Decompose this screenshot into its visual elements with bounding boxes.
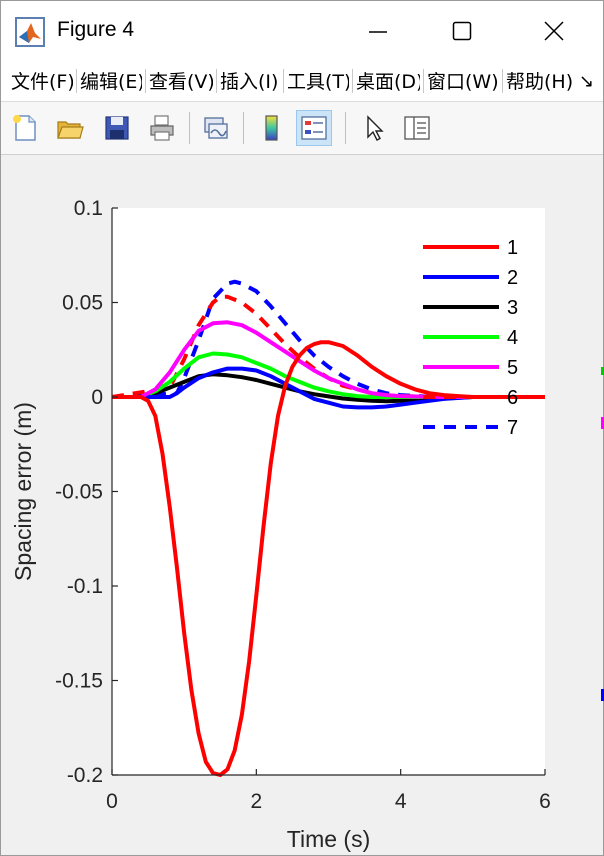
y-tick-label: -0.05 — [55, 481, 103, 504]
plot-area — [112, 208, 545, 775]
menu-separator — [502, 69, 503, 93]
link-plot-button[interactable] — [197, 110, 233, 146]
menu-edit[interactable]: 编辑(E) — [80, 69, 142, 95]
y-tick-label: -0.15 — [55, 670, 103, 693]
x-tick-label: 6 — [539, 790, 551, 813]
legend-label: 4 — [507, 327, 518, 349]
menu-separator — [76, 69, 77, 93]
menu-separator — [283, 69, 284, 93]
menu-file[interactable]: 文件(F) — [11, 69, 73, 95]
menu-view[interactable]: 查看(V) — [149, 69, 213, 95]
y-tick-label: 0.05 — [62, 292, 103, 315]
menu-overflow-arrow-icon[interactable]: ↘ — [579, 71, 594, 92]
minimize-button[interactable] — [333, 1, 423, 61]
colorbar-icon — [265, 115, 278, 141]
legend-label: 6 — [507, 387, 518, 409]
printer-icon — [150, 115, 174, 141]
print-figure-button[interactable] — [144, 110, 180, 146]
open-file-button[interactable] — [52, 110, 88, 146]
x-tick-label: 4 — [395, 790, 407, 813]
toolbar-separator — [345, 112, 346, 144]
figure-canvas[interactable]: 0 2 4 6 -0.2 -0.15 -0.1 -0.05 0 0.05 0.1 Time (s) Sp… — [1, 155, 604, 855]
title-bar[interactable]: Figure 4 — [1, 1, 603, 61]
insert-colorbar-button[interactable] — [253, 110, 289, 146]
legend-label: 3 — [507, 297, 518, 319]
x-axis-label: Time (s) — [287, 826, 370, 852]
new-figure-button[interactable] — [7, 110, 43, 146]
toolbar-separator — [243, 112, 244, 144]
menu-separator — [352, 69, 353, 93]
y-tick-label: -0.1 — [67, 575, 103, 598]
new-file-icon — [13, 115, 36, 141]
x-tick-label: 2 — [250, 790, 262, 813]
edit-plot-button[interactable] — [356, 110, 392, 146]
menu-separator — [145, 69, 146, 93]
menu-separator — [216, 69, 217, 93]
menu-insert[interactable]: 插入(I) — [220, 69, 280, 95]
legend-label: 7 — [507, 417, 518, 439]
maximize-button[interactable] — [417, 1, 507, 61]
legend-label: 1 — [507, 237, 518, 259]
menu-bar: 文件(F) 编辑(E) 查看(V) 插入(I) 工具(T) 桌面(D) 窗口(W… — [1, 61, 603, 102]
legend-icon — [301, 116, 327, 140]
menu-help[interactable]: 帮助(H) — [506, 69, 574, 95]
y-tick-label: -0.2 — [67, 764, 103, 787]
open-folder-icon — [57, 121, 84, 139]
property-inspector-button[interactable] — [399, 110, 435, 146]
pointer-arrow-icon — [367, 115, 384, 141]
insert-legend-button[interactable] — [296, 110, 332, 146]
figure-window: Figure 4 文件(F) 编辑(E) 查看(V) 插入(I) 工具(T) 桌… — [0, 0, 604, 856]
legend-label: 2 — [507, 267, 518, 289]
y-tick-label: 0.1 — [74, 197, 103, 220]
menu-window[interactable]: 窗口(W) — [427, 69, 499, 95]
save-disk-icon — [105, 116, 129, 140]
matlab-logo-icon — [15, 17, 45, 47]
y-axis-label: Spacing error (m) — [10, 402, 36, 581]
save-figure-button[interactable] — [99, 110, 135, 146]
menu-tools[interactable]: 工具(T) — [287, 69, 349, 95]
window-title: Figure 4 — [57, 18, 135, 41]
menu-separator — [423, 69, 424, 93]
figure-toolbar — [1, 102, 603, 155]
property-panel-icon — [404, 116, 430, 140]
line-chart[interactable]: 0 2 4 6 -0.2 -0.15 -0.1 -0.05 0 0.05 0.1 Time (s) Sp… — [1, 155, 603, 855]
y-tick-label: 0 — [91, 386, 103, 409]
toolbar-separator — [189, 112, 190, 144]
menu-desktop[interactable]: 桌面(D) — [356, 69, 420, 95]
legend-label: 5 — [507, 357, 518, 379]
x-tick-label: 0 — [106, 790, 118, 813]
close-button[interactable] — [509, 1, 599, 61]
link-plot-icon — [204, 117, 228, 139]
